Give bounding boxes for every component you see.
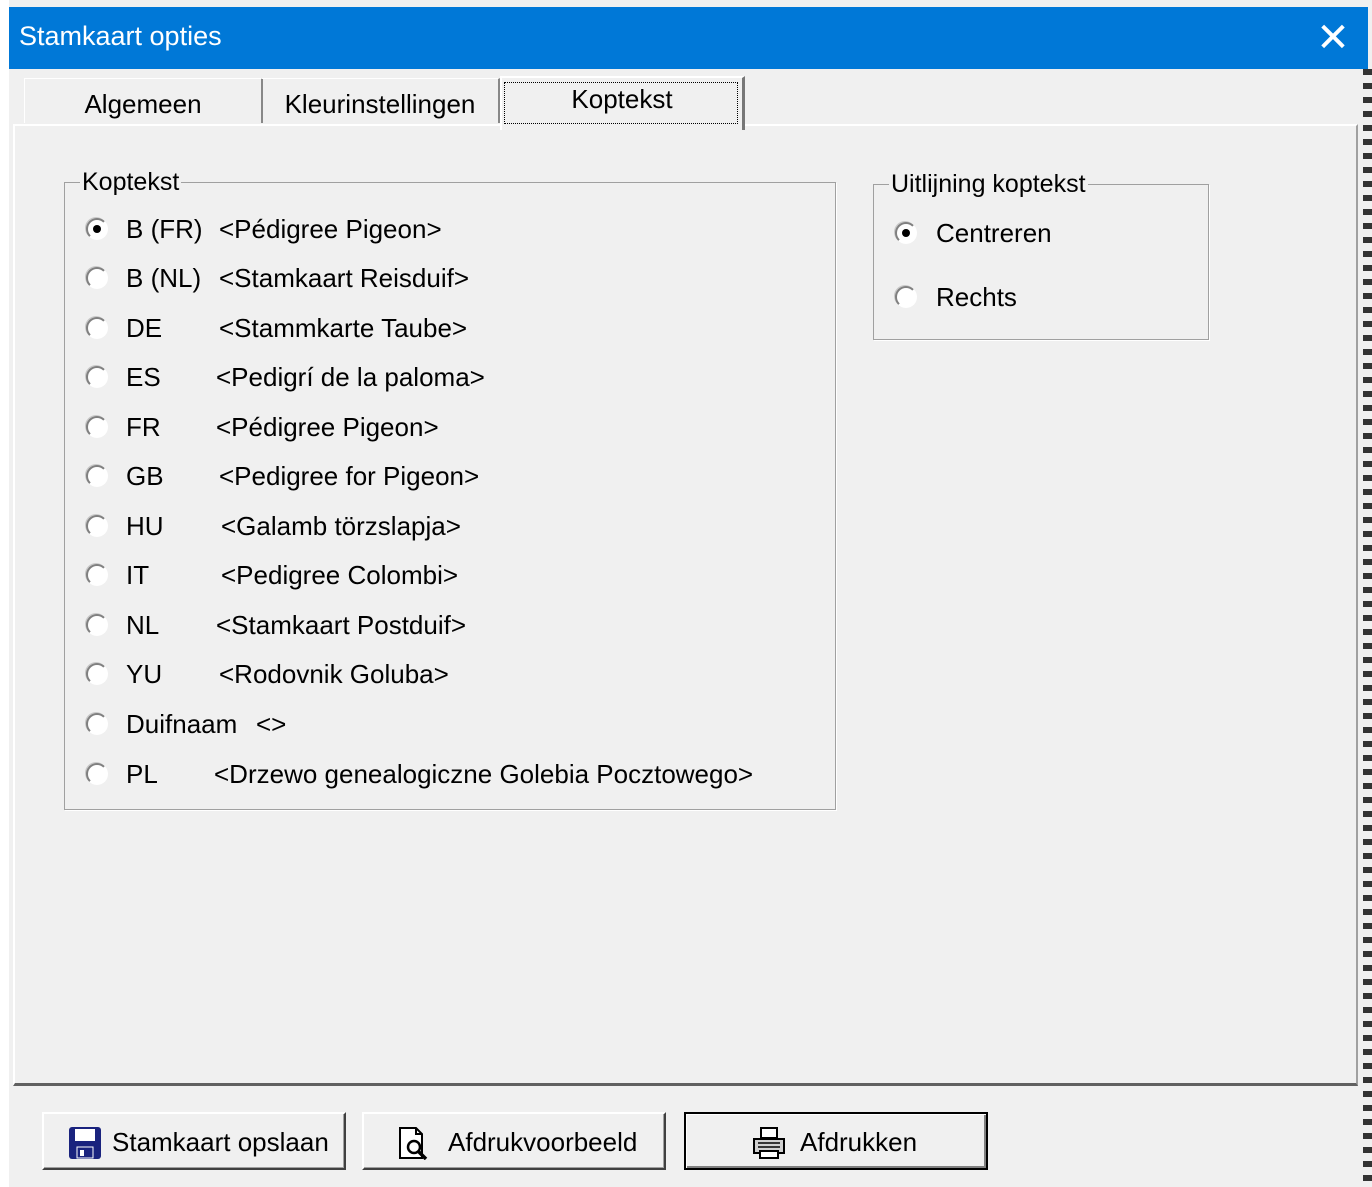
window-title: Stamkaart opties xyxy=(19,21,222,51)
radio-button[interactable] xyxy=(86,267,108,289)
radio-koptekst-duifnaam[interactable]: Duifnaam <> xyxy=(86,709,306,739)
close-icon: ✕ xyxy=(1316,16,1350,60)
alignment-group: Uitlijning koptekst xyxy=(873,172,1209,340)
option-code: Duifnaam xyxy=(126,709,238,739)
option-code: B (FR) xyxy=(126,214,203,244)
option-text: <Drzewo genealogiczne Golebia Pocztowego… xyxy=(214,759,754,789)
radio-button[interactable] xyxy=(86,465,108,487)
option-code: YU xyxy=(126,659,163,689)
radio-koptekst-de[interactable]: DE <Stammkarte Taube> xyxy=(86,313,486,343)
radio-button[interactable] xyxy=(86,366,108,388)
tab-koptekst[interactable]: Koptekst xyxy=(500,76,745,130)
radio-koptekst-fr[interactable]: FR <Pédigree Pigeon> xyxy=(86,412,486,442)
options-dialog: Stamkaart opties ✕ Algemeen Kleurinstell… xyxy=(0,0,1372,1187)
radio-button[interactable] xyxy=(86,416,108,438)
option-text: <Pedigree for Pigeon> xyxy=(219,461,480,491)
radio-button[interactable] xyxy=(86,663,108,685)
printer-icon xyxy=(753,1127,785,1159)
radio-koptekst-yu[interactable]: YU <Rodovnik Goluba> xyxy=(86,659,486,689)
print-button[interactable]: Afdrukken xyxy=(684,1112,988,1170)
save-button-label: Stamkaart opslaan xyxy=(112,1127,329,1157)
radio-koptekst-nl[interactable]: NL <Stamkaart Postduif> xyxy=(86,610,486,640)
radio-align-rechts[interactable]: Rechts xyxy=(895,282,1095,312)
option-text: <Galamb törzslapja> xyxy=(221,511,461,541)
option-code: GB xyxy=(126,461,164,491)
radio-button[interactable] xyxy=(86,515,108,537)
option-text: <Pédigree Pigeon> xyxy=(216,412,439,442)
radio-koptekst-hu[interactable]: HU <Galamb törzslapja> xyxy=(86,511,486,541)
radio-koptekst-es[interactable]: ES <Pedigrí de la paloma> xyxy=(86,362,486,392)
option-code: FR xyxy=(126,412,161,442)
option-code: PL xyxy=(126,759,158,789)
koptekst-group-legend: Koptekst xyxy=(82,168,180,196)
option-code: NL xyxy=(126,610,160,640)
radio-button-checked[interactable] xyxy=(86,218,108,240)
close-button[interactable]: ✕ xyxy=(1298,7,1368,69)
tab-kleurinstellingen-label: Kleurinstellingen xyxy=(284,89,476,119)
radio-button-checked[interactable] xyxy=(895,222,917,244)
option-label: Centreren xyxy=(936,218,1052,248)
option-code: IT xyxy=(126,560,150,590)
alignment-group-legend: Uitlijning koptekst xyxy=(891,170,1086,198)
title-bar[interactable]: Stamkaart opties ✕ xyxy=(9,7,1368,69)
radio-button[interactable] xyxy=(895,286,917,308)
radio-koptekst-gb[interactable]: GB <Pedigree for Pigeon> xyxy=(86,461,486,491)
tab-koptekst-label: Koptekst xyxy=(571,84,673,114)
option-code: DE xyxy=(126,313,163,343)
option-text: <Pedigrí de la paloma> xyxy=(216,362,485,392)
option-text: <> xyxy=(256,709,287,739)
radio-button[interactable] xyxy=(86,713,108,735)
radio-align-centreren[interactable]: Centreren xyxy=(895,218,1095,248)
tab-kleurinstellingen[interactable]: Kleurinstellingen xyxy=(262,78,500,123)
option-text: <Pédigree Pigeon> xyxy=(219,214,442,244)
print-button-label: Afdrukken xyxy=(800,1127,918,1157)
radio-button[interactable] xyxy=(86,317,108,339)
option-label: Rechts xyxy=(936,282,1017,312)
option-text: <Stamkaart Postduif> xyxy=(216,610,467,640)
option-text: <Pedigree Colombi> xyxy=(221,560,459,590)
option-text: <Rodovnik Goluba> xyxy=(219,659,449,689)
radio-koptekst-it[interactable]: IT <Pedigree Colombi> xyxy=(86,560,486,590)
tab-algemeen[interactable]: Algemeen xyxy=(24,78,263,123)
print-preview-icon xyxy=(399,1127,428,1160)
radio-button[interactable] xyxy=(86,564,108,586)
radio-koptekst-b-nl[interactable]: B (NL) <Stamkaart Reisduif> xyxy=(86,263,486,293)
radio-button[interactable] xyxy=(86,763,108,785)
option-text: <Stamkaart Reisduif> xyxy=(219,263,470,293)
preview-button-label: Afdrukvoorbeeld xyxy=(448,1127,638,1157)
radio-koptekst-pl[interactable]: PL <Drzewo genealogiczne Golebia Pocztow… xyxy=(86,759,786,789)
option-code: HU xyxy=(126,511,164,541)
window-right-edge xyxy=(1363,69,1372,1187)
print-preview-button[interactable]: Afdrukvoorbeeld xyxy=(362,1112,666,1170)
option-code: ES xyxy=(126,362,161,392)
option-text: <Stammkarte Taube> xyxy=(219,313,468,343)
radio-button[interactable] xyxy=(86,614,108,636)
option-code: B (NL) xyxy=(126,263,202,293)
save-stamkaart-button[interactable]: Stamkaart opslaan xyxy=(42,1112,346,1170)
radio-koptekst-b-fr[interactable]: B (FR) <Pédigree Pigeon> xyxy=(86,214,466,244)
floppy-disk-icon xyxy=(69,1127,101,1159)
tab-algemeen-label: Algemeen xyxy=(84,89,202,119)
window-left-edge xyxy=(0,0,9,1187)
